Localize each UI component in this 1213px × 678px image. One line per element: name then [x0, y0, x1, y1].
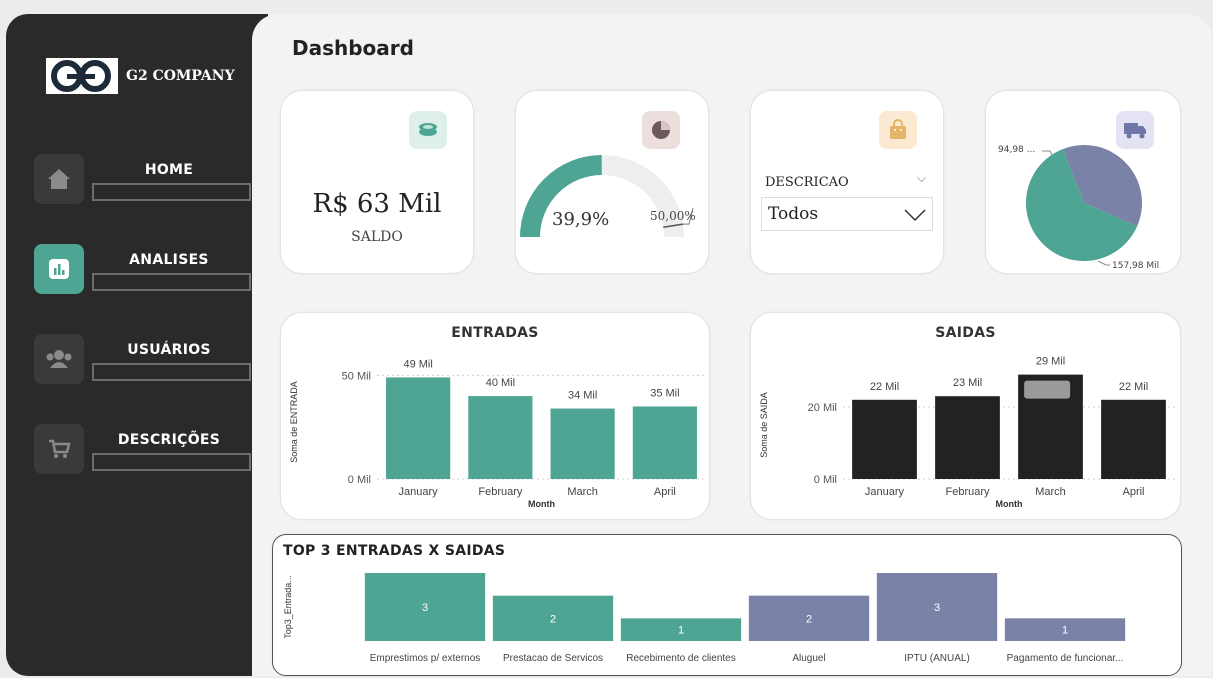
x-tick-label: Emprestimos p/ externos [370, 653, 481, 664]
gauge-card: 39,9% 50,00% [515, 90, 709, 274]
bar-chart-icon[interactable] [34, 244, 84, 294]
saldo-card: R$ 63 Mil SALDO [280, 90, 474, 274]
bar-value-label: 23 Mil [953, 377, 982, 389]
saidas-chart-card: SAIDAS 0 Mil 20 Mil Soma de SAIDA 22 Mil Jan… [750, 312, 1181, 520]
pie-label-b: 157,98 Mil [1112, 261, 1160, 271]
gauge-value: 39,9% [552, 209, 610, 230]
bar [1101, 399, 1166, 479]
nav-label-usuarios[interactable]: USUÁRIOS [94, 342, 244, 358]
saidas-chart: 0 Mil 20 Mil Soma de SAIDA 22 Mil January 23 … [759, 356, 1175, 509]
bar-value-label: 3 [422, 602, 428, 614]
entradas-chart: 0 Mil 50 Mil Soma de ENTRADA 49 Mil January 4… [289, 358, 706, 509]
bar-value-label: 2 [806, 613, 812, 625]
y-tick-label: 20 Mil [808, 402, 837, 414]
x-tick-label: Pagamento de funcionar... [1007, 653, 1124, 664]
bag-icon [879, 111, 917, 149]
saldo-value: R$ 63 Mil [312, 189, 442, 219]
x-tick-label: Recebimento de clientes [626, 653, 736, 664]
saldo-label: SALDO [351, 229, 403, 245]
bar [550, 408, 615, 479]
top3-chart-card: TOP 3 ENTRADAS X SAIDAS Top3_Entrada... 3… [272, 534, 1182, 676]
filter-label: DESCRICAO [765, 175, 849, 190]
nav-item-home[interactable]: HOME [34, 154, 254, 204]
pie-chart [1026, 145, 1142, 266]
bar [852, 399, 917, 479]
y-axis-label: Soma de SAIDA [759, 392, 769, 458]
x-tick-label: February [478, 486, 523, 498]
cart-icon[interactable] [34, 424, 84, 474]
x-tick-label: February [945, 486, 990, 498]
x-tick-label: March [567, 486, 598, 498]
filter-selected-value[interactable]: Todos [768, 204, 818, 224]
entradas-chart-card: ENTRADAS 0 Mil 50 Mil Soma de ENTRADA 49 Mi… [280, 312, 710, 520]
descricao-filter-card: DESCRICAO ⌵ Todos [750, 90, 944, 274]
nav-underline-usuarios [92, 363, 251, 381]
top3-chart: Top3_Entrada... 3 Emprestimos p/ externos 2… [283, 573, 1126, 664]
page-title: Dashboard [292, 36, 414, 60]
nav-underline-analises [92, 273, 251, 291]
pie-leader-a [1042, 150, 1053, 156]
nav-item-descricoes[interactable]: DESCRIÇÕES [34, 424, 254, 474]
filter-dropdown[interactable]: Todos [761, 197, 933, 231]
nav-item-usuarios[interactable]: USUÁRIOS [34, 334, 254, 384]
bar-value-label: 34 Mil [568, 390, 597, 402]
pie-label-a: 94,98 ... [998, 145, 1036, 155]
bar [386, 377, 451, 479]
x-axis-label: Month [996, 499, 1023, 509]
company-logo: G2 COMPANY [46, 58, 235, 94]
pie-card: 94,98 ... 157,98 Mil [985, 90, 1181, 274]
bar-value-label: 2 [550, 613, 556, 625]
y-tick-label: 0 Mil [348, 474, 371, 486]
bar-highlight-badge [1024, 380, 1071, 399]
nav-underline-descricoes [92, 453, 251, 471]
bar [468, 396, 533, 479]
main-content: Dashboard R$ 63 Mil SALDO 39,9% 50,00% D… [252, 14, 1212, 676]
bar-value-label: 40 Mil [486, 377, 515, 389]
bar-value-label: 22 Mil [1119, 381, 1148, 393]
gauge-target: 50,00% [650, 209, 696, 223]
home-icon[interactable] [34, 154, 84, 204]
sidebar: G2 COMPANY HOME ANALISES USUÁRIOS DESCRI… [6, 14, 268, 676]
bar-value-label: 22 Mil [870, 381, 899, 393]
x-tick-label: IPTU (ANUAL) [904, 653, 970, 664]
dropdown-chevron-icon[interactable] [904, 208, 926, 222]
company-name: G2 COMPANY [126, 68, 235, 84]
bar-value-label: 1 [678, 625, 684, 637]
bar [935, 396, 1000, 479]
bar-value-label: 35 Mil [650, 387, 679, 399]
bar [632, 406, 697, 479]
bar-value-label: 29 Mil [1036, 356, 1065, 368]
nav-label-descricoes[interactable]: DESCRIÇÕES [94, 432, 244, 448]
y-axis-label: Soma de ENTRADA [289, 381, 299, 463]
nav-label-analises[interactable]: ANALISES [94, 252, 244, 268]
bar-value-label: 1 [1062, 625, 1068, 637]
x-tick-label: Aluguel [792, 653, 825, 664]
gauge-chart [520, 155, 694, 238]
nav-label-home[interactable]: HOME [94, 162, 244, 178]
x-axis-label: Month [528, 499, 555, 509]
x-tick-label: January [399, 486, 439, 498]
y-tick-label: 50 Mil [342, 370, 371, 382]
nav-underline-home [92, 183, 251, 201]
nav-item-analises[interactable]: ANALISES [34, 244, 254, 294]
y-axis-label: Top3_Entrada... [283, 575, 293, 639]
x-tick-label: April [1122, 486, 1144, 498]
x-tick-label: April [654, 486, 676, 498]
x-tick-label: Prestacao de Servicos [503, 653, 603, 664]
pie-leader-b [1097, 260, 1110, 266]
g2-logo-mark [46, 58, 118, 94]
x-tick-label: March [1035, 486, 1066, 498]
bar-value-label: 3 [934, 602, 940, 614]
coins-icon [409, 111, 447, 149]
users-icon[interactable] [34, 334, 84, 384]
chevron-down-icon[interactable]: ⌵ [917, 171, 926, 186]
bar-value-label: 49 Mil [403, 358, 432, 370]
x-tick-label: January [865, 486, 905, 498]
y-tick-label: 0 Mil [814, 474, 837, 486]
